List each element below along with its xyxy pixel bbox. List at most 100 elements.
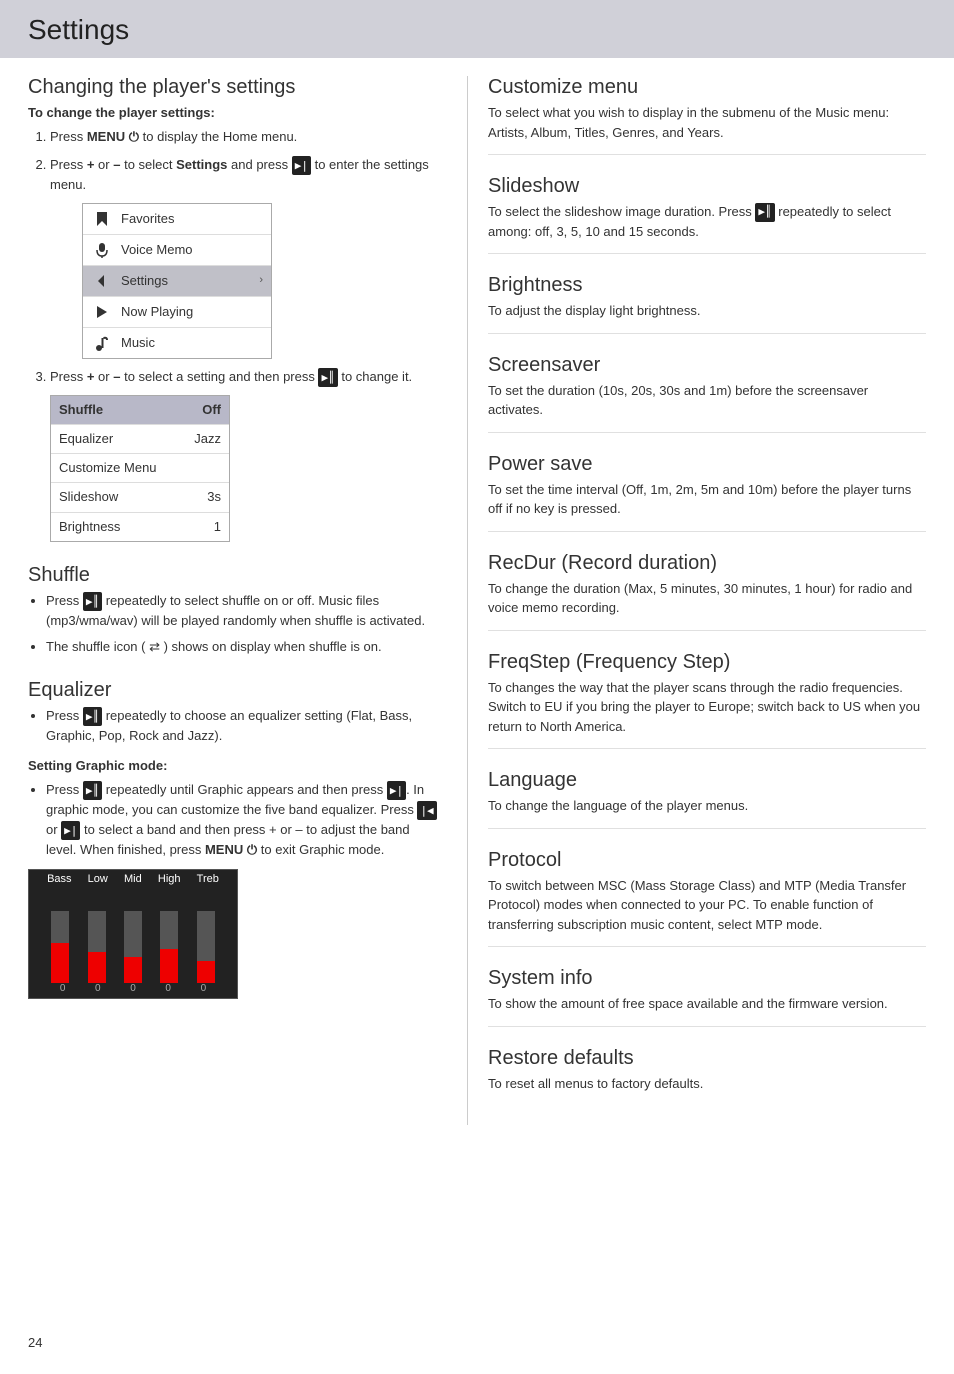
protocol-heading: Protocol bbox=[488, 849, 926, 872]
eq-label-bass: Bass bbox=[47, 873, 71, 885]
settings-label-shuffle: Shuffle bbox=[59, 400, 202, 420]
settings-label-brightness: Brightness bbox=[59, 517, 214, 537]
screensaver-heading: Screensaver bbox=[488, 354, 926, 377]
menu-item-settings: Settings › bbox=[83, 266, 271, 297]
eq-track-low bbox=[88, 911, 106, 983]
system-info-text: To show the amount of free space availab… bbox=[488, 994, 926, 1014]
section-customize-menu: Customize menu To select what you wish t… bbox=[488, 76, 926, 155]
plus-sign2: + bbox=[87, 369, 95, 384]
freqstep-text: To changes the way that the player scans… bbox=[488, 678, 926, 737]
equalizer-bullets: Press ▶║ repeatedly to choose an equaliz… bbox=[46, 706, 437, 746]
playpause-icon-r: ▶║ bbox=[755, 203, 774, 222]
brightness-heading: Brightness bbox=[488, 274, 926, 297]
settings-value-brightness: 1 bbox=[214, 517, 221, 537]
menu-item-voicememo: Voice Memo bbox=[83, 235, 271, 266]
page-header: Settings bbox=[0, 0, 954, 58]
settings-word: Settings bbox=[176, 157, 227, 172]
eq-track-treb bbox=[197, 911, 215, 983]
menu-screenshot: Favorites Voice Memo bbox=[66, 203, 437, 359]
restore-defaults-heading: Restore defaults bbox=[488, 1047, 926, 1070]
eq-label-low: Low bbox=[88, 873, 108, 885]
playpause-icon: ▶║ bbox=[318, 368, 337, 387]
settings-label-equalizer: Equalizer bbox=[59, 429, 194, 449]
eq-label-treb: Treb bbox=[197, 873, 219, 885]
language-text: To change the language of the player men… bbox=[488, 796, 926, 816]
step-2: Press + or – to select Settings and pres… bbox=[50, 155, 437, 359]
menu-label-voicememo: Voice Memo bbox=[121, 240, 263, 260]
settings-row-slideshow: Slideshow 3s bbox=[51, 483, 229, 512]
minus-sign: – bbox=[113, 157, 120, 172]
section-brightness: Brightness To adjust the display light b… bbox=[488, 274, 926, 334]
eq-bars-area bbox=[29, 885, 237, 983]
bookmark-icon bbox=[91, 208, 113, 230]
menu-label-settings: Settings bbox=[121, 271, 251, 291]
settings-value-equalizer: Jazz bbox=[194, 429, 221, 449]
section-changing-settings: Changing the player's settings To change… bbox=[28, 76, 437, 542]
section-system-info: System info To show the amount of free s… bbox=[488, 967, 926, 1027]
system-info-heading: System info bbox=[488, 967, 926, 990]
note-icon bbox=[91, 332, 113, 354]
power-save-text: To set the time interval (Off, 1m, 2m, 5… bbox=[488, 480, 926, 519]
screensaver-text: To set the duration (10s, 20s, 30s and 1… bbox=[488, 381, 926, 420]
prev-icon: |◀ bbox=[417, 801, 436, 820]
eq-fill-bass bbox=[51, 943, 69, 983]
playpause-icon3: ▶║ bbox=[83, 707, 102, 726]
page-number: 24 bbox=[28, 1335, 42, 1350]
section-recdur: RecDur (Record duration) To change the d… bbox=[488, 552, 926, 631]
menu-item-nowplaying: Now Playing bbox=[83, 297, 271, 328]
eq-zero-high: 0 bbox=[165, 983, 171, 994]
minus-sign2: – bbox=[113, 369, 120, 384]
section-screensaver: Screensaver To set the duration (10s, 20… bbox=[488, 354, 926, 433]
back-arrow-icon bbox=[91, 270, 113, 292]
eq-bottom-labels: 0 0 0 0 0 bbox=[29, 983, 237, 998]
section-language: Language To change the language of the p… bbox=[488, 769, 926, 829]
eq-diagram: Bass Low Mid High Treb bbox=[28, 869, 238, 999]
menu-item-favorites: Favorites bbox=[83, 204, 271, 235]
settings-row-shuffle: Shuffle Off bbox=[51, 396, 229, 425]
customize-menu-heading: Customize menu bbox=[488, 76, 926, 99]
page: Settings Changing the player's settings … bbox=[0, 0, 954, 1374]
playpause-icon4: ▶║ bbox=[83, 781, 102, 800]
steps-list: Press MENU ⏻ to display the Home menu. P… bbox=[50, 127, 437, 542]
eq-fill-low bbox=[88, 952, 106, 982]
protocol-text: To switch between MSC (Mass Storage Clas… bbox=[488, 876, 926, 935]
settings-label-customizemenu: Customize Menu bbox=[59, 458, 221, 478]
brightness-text: To adjust the display light brightness. bbox=[488, 301, 926, 321]
graphic-mode-bullets: Press ▶║ repeatedly until Graphic appear… bbox=[46, 780, 437, 861]
section-power-save: Power save To set the time interval (Off… bbox=[488, 453, 926, 532]
next-icon3: ▶| bbox=[61, 821, 80, 840]
section-heading-changing: Changing the player's settings bbox=[28, 76, 437, 99]
section-protocol: Protocol To switch between MSC (Mass Sto… bbox=[488, 849, 926, 948]
menu-label-favorites: Favorites bbox=[121, 209, 263, 229]
eq-track-bass bbox=[51, 911, 69, 983]
recdur-text: To change the duration (Max, 5 minutes, … bbox=[488, 579, 926, 618]
eq-track-high bbox=[160, 911, 178, 983]
step-3: Press + or – to select a setting and the… bbox=[50, 367, 437, 542]
shuffle-bullet-2: The shuffle icon ( ⇄ ) shows on display … bbox=[46, 637, 437, 657]
shuffle-bullets: Press ▶║ repeatedly to select shuffle on… bbox=[46, 591, 437, 657]
section-freqstep: FreqStep (Frequency Step) To changes the… bbox=[488, 651, 926, 750]
page-title: Settings bbox=[28, 14, 926, 46]
section-subheading-changing: To change the player settings: bbox=[28, 103, 437, 123]
menu-list: Favorites Voice Memo bbox=[82, 203, 272, 359]
language-heading: Language bbox=[488, 769, 926, 792]
eq-bar-high bbox=[160, 903, 178, 983]
eq-label-high: High bbox=[158, 873, 181, 885]
eq-label-mid: Mid bbox=[124, 873, 142, 885]
section-shuffle: Shuffle Press ▶║ repeatedly to select sh… bbox=[28, 564, 437, 657]
settings-table: Shuffle Off Equalizer Jazz Customize Men… bbox=[50, 395, 230, 542]
section-restore-defaults: Restore defaults To reset all menus to f… bbox=[488, 1047, 926, 1106]
menu-bold2: MENU bbox=[205, 842, 243, 857]
eq-bar-treb bbox=[197, 903, 215, 983]
left-column: Changing the player's settings To change… bbox=[28, 76, 467, 1125]
next-icon: ▶| bbox=[292, 156, 311, 175]
power-icon2: ⏻ bbox=[247, 842, 257, 857]
eq-labels: Bass Low Mid High Treb bbox=[29, 870, 237, 885]
restore-defaults-text: To reset all menus to factory defaults. bbox=[488, 1074, 926, 1094]
section-slideshow: Slideshow To select the slideshow image … bbox=[488, 175, 926, 254]
next-icon2: ▶| bbox=[387, 781, 406, 800]
graphic-mode-subheading: Setting Graphic mode: bbox=[28, 756, 437, 776]
playpause-icon2: ▶║ bbox=[83, 592, 102, 611]
slideshow-text: To select the slideshow image duration. … bbox=[488, 202, 926, 241]
step-1: Press MENU ⏻ to display the Home menu. bbox=[50, 127, 437, 147]
